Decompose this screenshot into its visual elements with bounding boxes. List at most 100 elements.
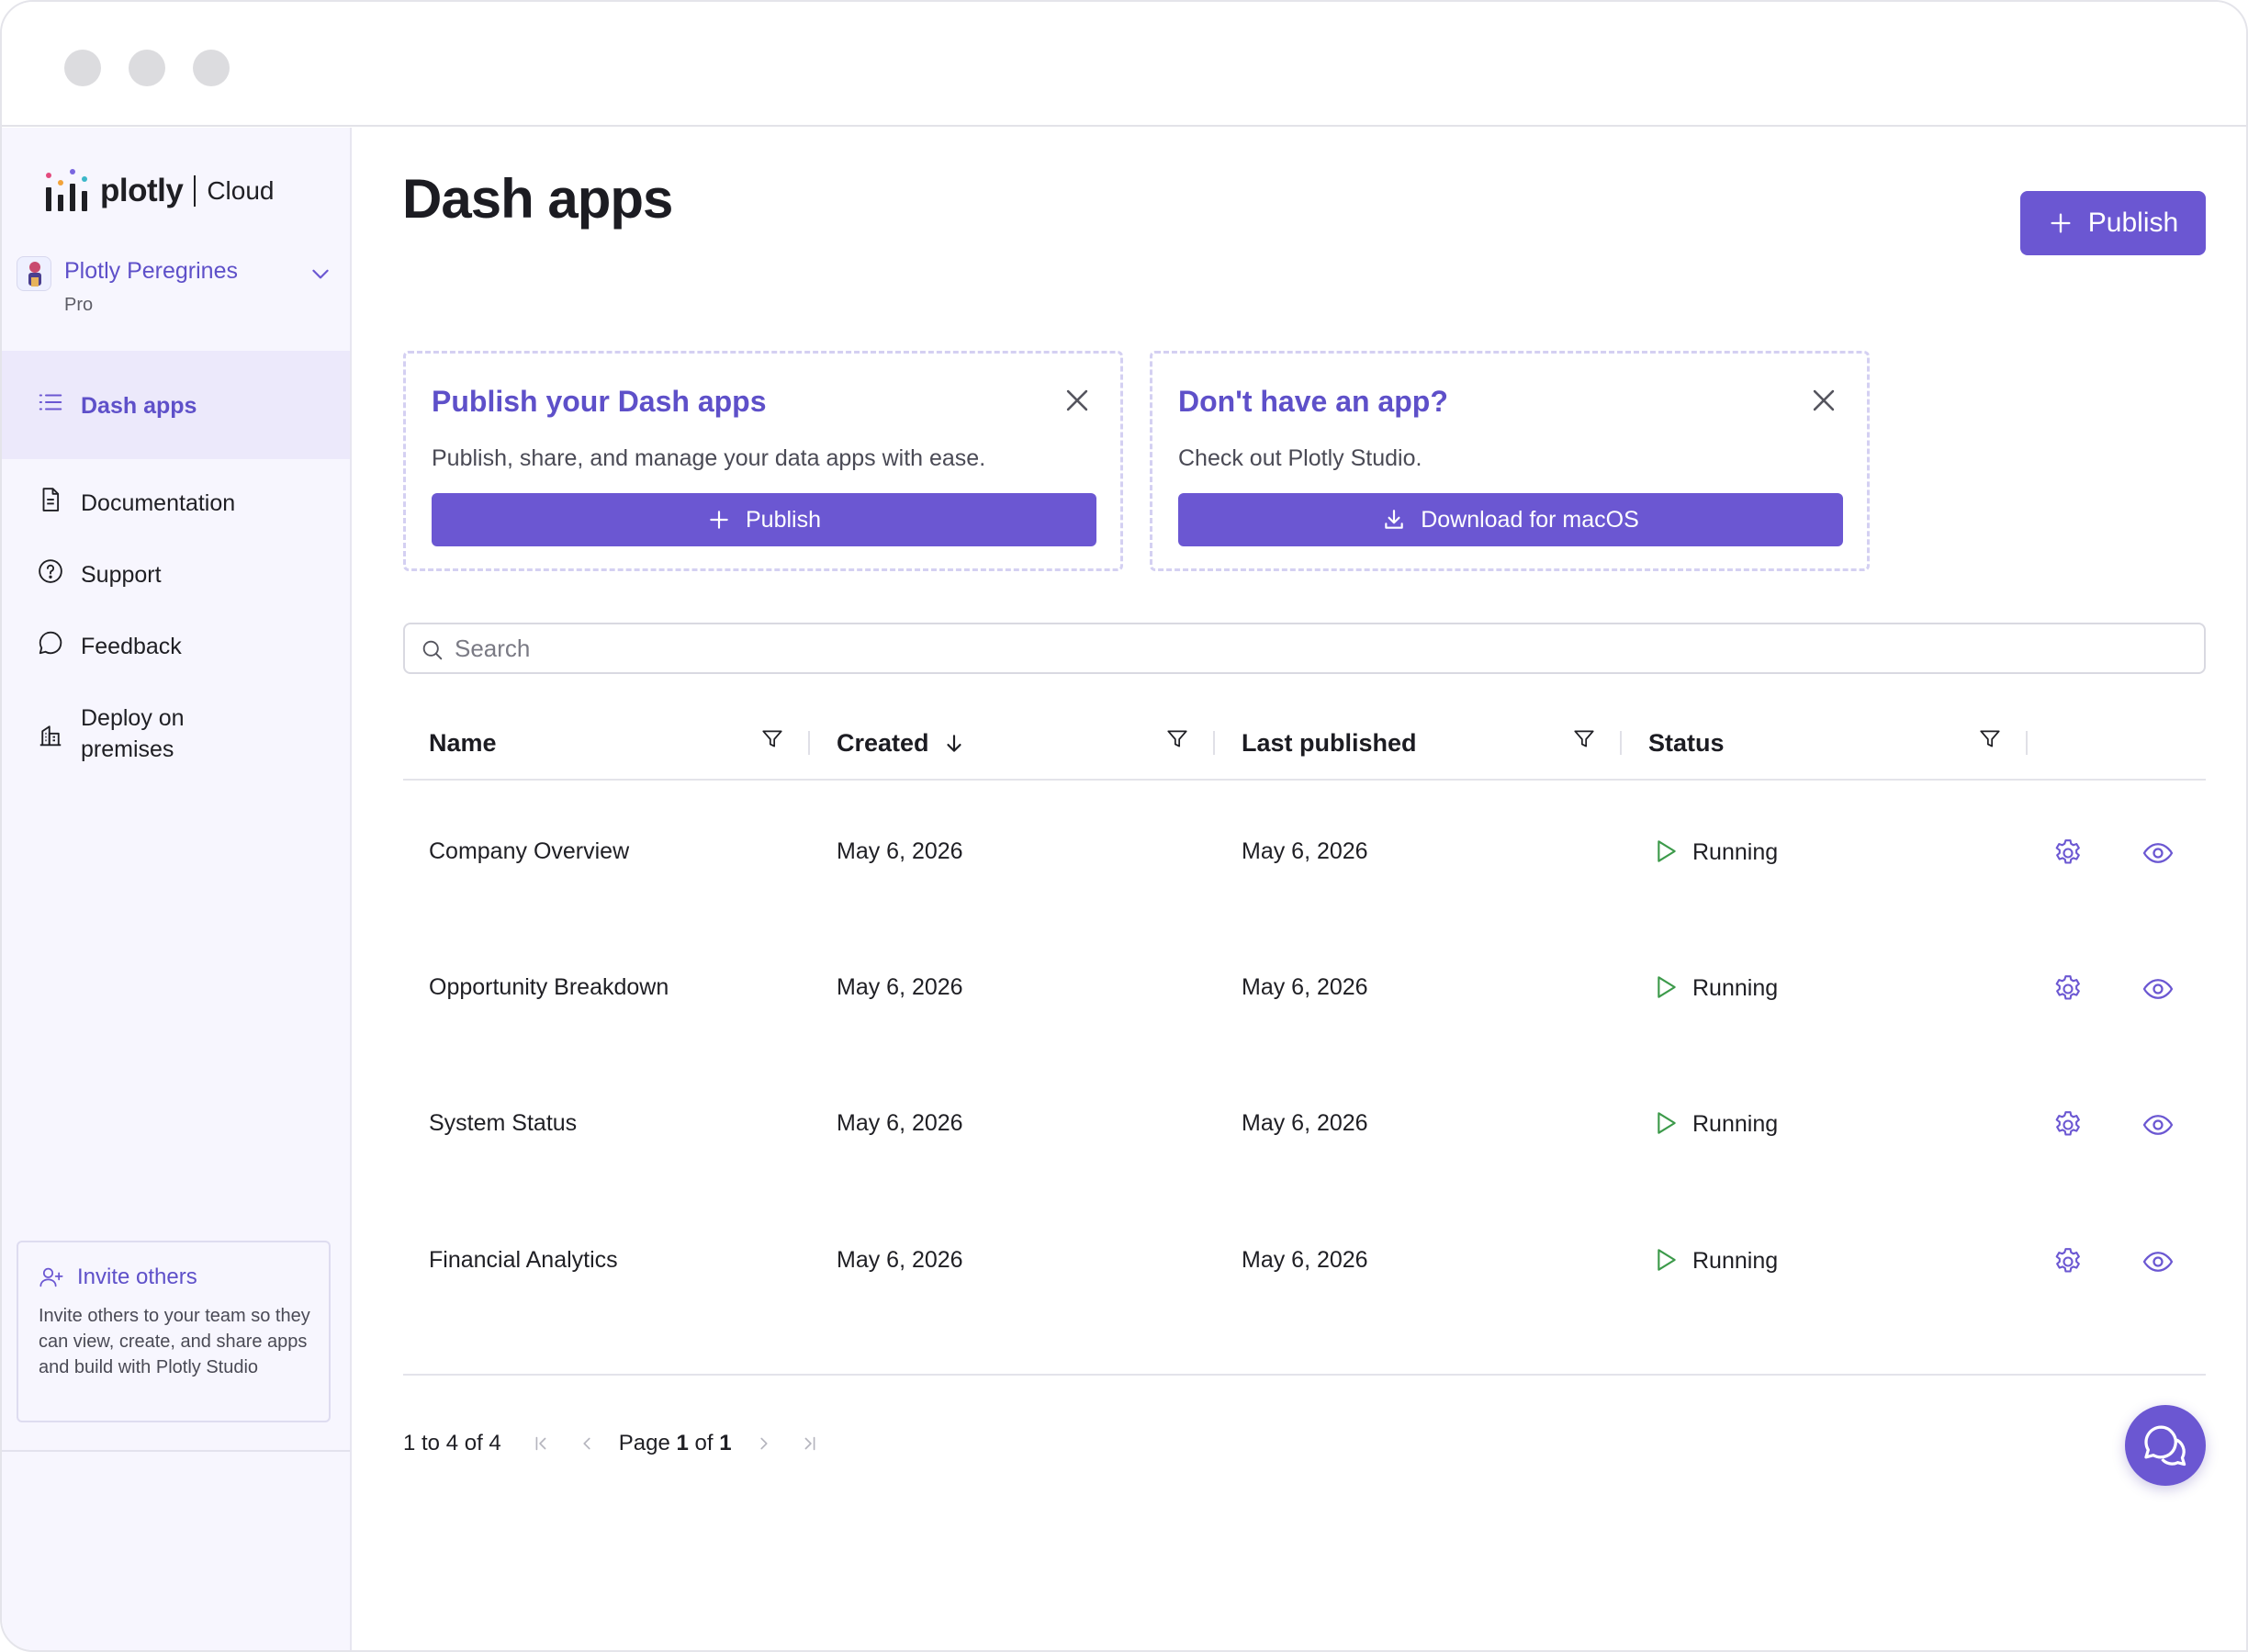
- get-app-card: Don't have an app? Check out Plotly Stud…: [1150, 351, 1870, 571]
- gear-icon[interactable]: [2051, 972, 2085, 1006]
- gear-icon[interactable]: [2051, 837, 2085, 870]
- card-title: Don't have an app?: [1178, 385, 1448, 418]
- close-icon[interactable]: [1808, 385, 1839, 416]
- logo-product: Cloud: [207, 176, 275, 205]
- page-of: of: [688, 1431, 720, 1455]
- window-titlebar: [2, 2, 2246, 127]
- eye-icon[interactable]: [2141, 837, 2175, 870]
- status-badge: Running: [1650, 838, 1778, 866]
- sidebar-item-label: Dash apps: [81, 393, 197, 419]
- table-row[interactable]: Opportunity Breakdown May 6, 2026 May 6,…: [403, 923, 2206, 1059]
- column-resize-handle[interactable]: [808, 731, 810, 755]
- team-plan: Pro: [64, 295, 94, 315]
- card-button-label: Download for macOS: [1421, 506, 1639, 533]
- sidebar-item-deploy-on-premises[interactable]: Deploy on premises: [37, 702, 220, 765]
- gear-icon[interactable]: [2051, 1245, 2085, 1278]
- card-publish-button[interactable]: Publish: [432, 493, 1096, 546]
- team-name: Plotly Peregrines: [64, 258, 238, 284]
- chat-bubble-icon: [39, 631, 62, 655]
- column-header-created[interactable]: Created: [837, 729, 966, 758]
- window-minimize-dot[interactable]: [129, 50, 165, 86]
- next-page-icon[interactable]: [754, 1433, 774, 1454]
- status-badge: Running: [1650, 1247, 1778, 1275]
- plotly-cloud-logo[interactable]: plotly Cloud: [46, 168, 275, 214]
- publish-button[interactable]: Publish: [2020, 191, 2206, 255]
- filter-icon[interactable]: [1978, 727, 2002, 751]
- user-plus-icon: [39, 1267, 63, 1287]
- building-icon: [39, 725, 62, 747]
- chat-support-button[interactable]: [2125, 1405, 2206, 1486]
- row-range: 1 to 4 of 4: [403, 1431, 501, 1455]
- current-page: 1: [676, 1431, 689, 1455]
- cell-name[interactable]: Opportunity Breakdown: [429, 974, 669, 1001]
- plus-icon: [2051, 213, 2071, 233]
- status-text: Running: [1692, 838, 1779, 865]
- cell-name[interactable]: Company Overview: [429, 838, 629, 865]
- filter-icon[interactable]: [1572, 727, 1596, 751]
- table-row[interactable]: Company Overview May 6, 2026 May 6, 2026…: [403, 787, 2206, 923]
- eye-icon[interactable]: [2141, 972, 2175, 1006]
- total-pages: 1: [719, 1431, 732, 1455]
- page-title: Dash apps: [402, 168, 673, 230]
- document-icon: [42, 488, 60, 511]
- card-description: Check out Plotly Studio.: [1178, 445, 1422, 471]
- sidebar: plotly Cloud Plotly Peregrines Pro Dash …: [2, 128, 352, 1650]
- last-page-icon[interactable]: [800, 1433, 820, 1454]
- table-row[interactable]: Financial Analytics May 6, 2026 May 6, 2…: [403, 1196, 2206, 1332]
- status-text: Running: [1692, 974, 1779, 1001]
- sidebar-item-support[interactable]: Support: [37, 559, 162, 590]
- download-icon: [1385, 510, 1403, 529]
- window-maximize-dot[interactable]: [193, 50, 230, 86]
- sidebar-item-label: Deploy on premises: [81, 705, 185, 762]
- cell-name[interactable]: Financial Analytics: [429, 1247, 618, 1274]
- team-switcher[interactable]: Plotly Peregrines Pro: [17, 256, 338, 330]
- previous-page-icon[interactable]: [577, 1433, 597, 1454]
- filter-icon[interactable]: [1165, 727, 1189, 751]
- column-header-name[interactable]: Name: [429, 729, 497, 758]
- download-macos-button[interactable]: Download for macOS: [1178, 493, 1843, 546]
- sidebar-item-documentation[interactable]: Documentation: [37, 488, 235, 519]
- column-resize-handle[interactable]: [1213, 731, 1215, 755]
- column-header-last-published[interactable]: Last published: [1242, 729, 1417, 758]
- first-page-icon[interactable]: [531, 1433, 551, 1454]
- cell-last-published: May 6, 2026: [1242, 1110, 1368, 1136]
- cell-name[interactable]: System Status: [429, 1110, 577, 1137]
- column-label: Last published: [1242, 729, 1417, 757]
- help-circle-icon: [39, 559, 62, 583]
- app-window: plotly Cloud Plotly Peregrines Pro Dash …: [0, 0, 2248, 1652]
- cell-created: May 6, 2026: [837, 1247, 963, 1273]
- filter-icon[interactable]: [760, 727, 784, 751]
- invite-others-link[interactable]: Invite others: [39, 1264, 197, 1290]
- eye-icon[interactable]: [2141, 1245, 2175, 1278]
- search-box[interactable]: [403, 623, 2206, 674]
- sort-descending-icon[interactable]: [942, 732, 966, 756]
- cell-last-published: May 6, 2026: [1242, 1247, 1368, 1273]
- eye-icon[interactable]: [2141, 1108, 2175, 1141]
- column-resize-handle[interactable]: [2026, 731, 2028, 755]
- column-header-status[interactable]: Status: [1648, 729, 1725, 758]
- play-icon: [1658, 1112, 1676, 1134]
- window-close-dot[interactable]: [64, 50, 101, 86]
- table-footer-divider: [403, 1374, 2206, 1376]
- sidebar-item-dash-apps[interactable]: Dash apps: [37, 390, 197, 421]
- table-row[interactable]: System Status May 6, 2026 May 6, 2026 Ru…: [403, 1059, 2206, 1195]
- cell-last-published: May 6, 2026: [1242, 838, 1368, 864]
- column-resize-handle[interactable]: [1620, 731, 1622, 755]
- invite-others-card[interactable]: Invite others Invite others to your team…: [17, 1241, 331, 1422]
- sidebar-item-label: Documentation: [81, 490, 236, 516]
- search-input[interactable]: [455, 628, 2181, 669]
- chevron-down-icon[interactable]: [309, 262, 332, 286]
- plus-icon: [710, 511, 728, 529]
- status-badge: Running: [1650, 1110, 1778, 1138]
- sidebar-item-feedback[interactable]: Feedback: [37, 631, 182, 662]
- publish-button-label: Publish: [2087, 208, 2179, 238]
- card-description: Publish, share, and manage your data app…: [432, 445, 986, 471]
- gear-icon[interactable]: [2051, 1108, 2085, 1141]
- column-label: Status: [1648, 729, 1725, 757]
- sidebar-item-label: Feedback: [81, 634, 182, 659]
- column-label: Name: [429, 729, 497, 757]
- cell-last-published: May 6, 2026: [1242, 974, 1368, 1000]
- invite-title: Invite others: [77, 1264, 197, 1289]
- close-icon[interactable]: [1062, 385, 1093, 416]
- list-icon: [39, 394, 62, 410]
